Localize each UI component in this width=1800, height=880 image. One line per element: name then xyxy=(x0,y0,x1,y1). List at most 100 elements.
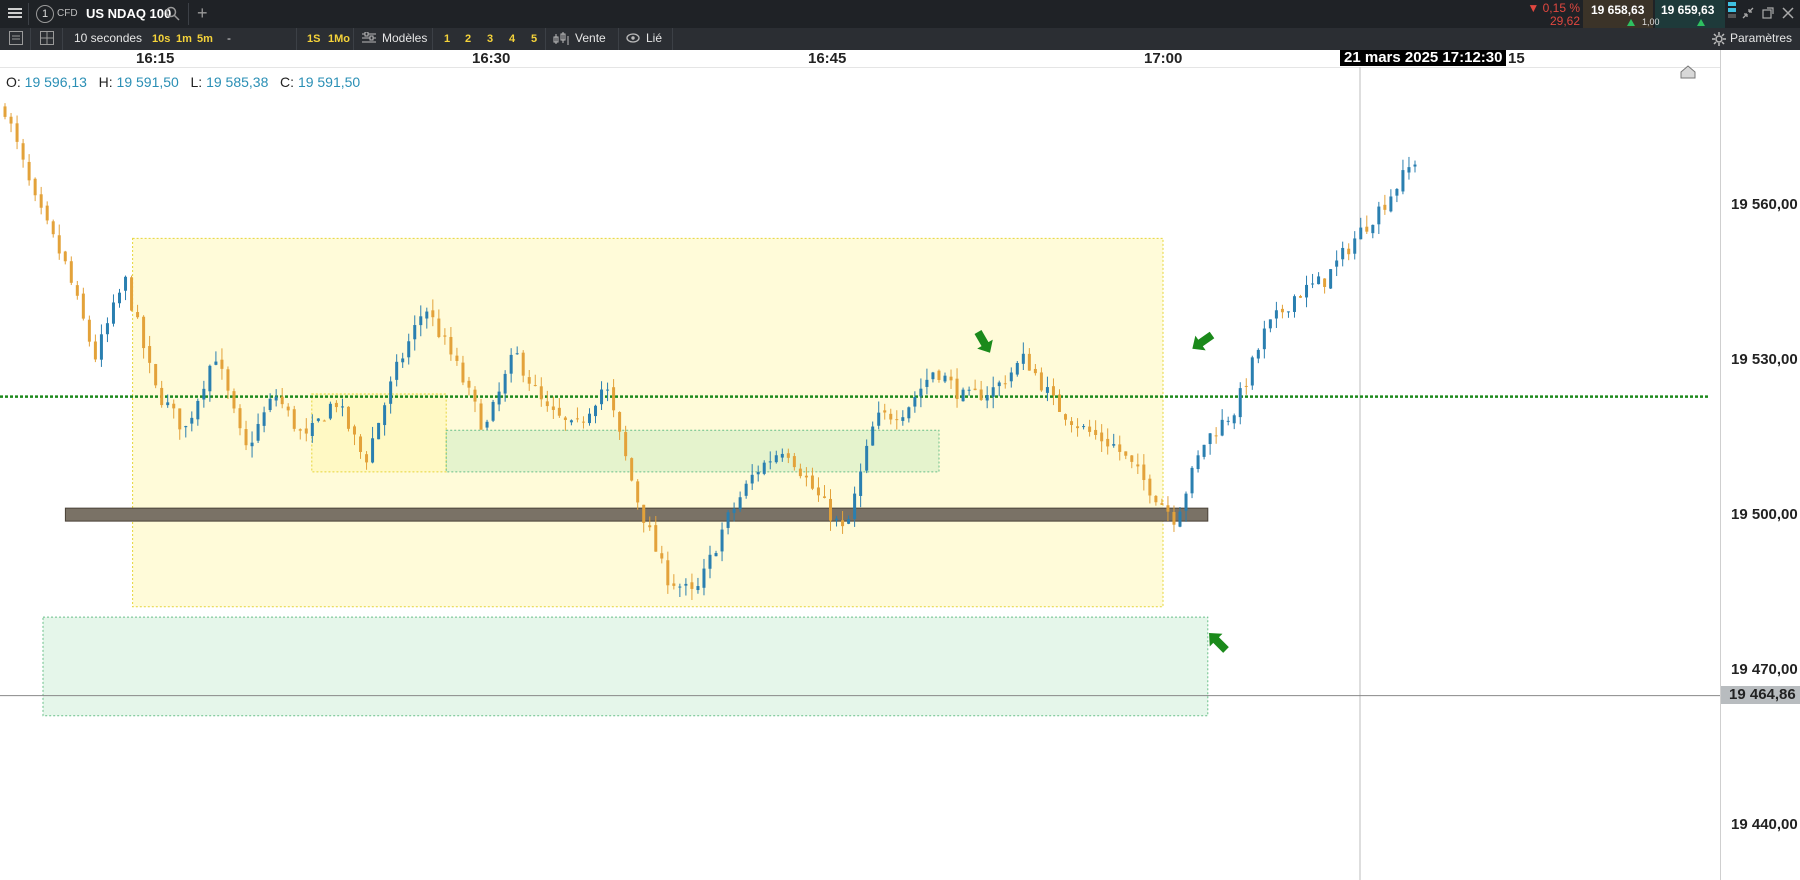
candle-body xyxy=(829,498,833,521)
candle-body xyxy=(87,319,91,342)
candle-body xyxy=(214,361,218,365)
candle-body xyxy=(1160,503,1164,505)
panel-toggle-icon[interactable] xyxy=(9,31,23,45)
candle-body xyxy=(1082,426,1086,428)
candle-body xyxy=(15,123,19,142)
candle-body xyxy=(636,481,640,503)
candle-body xyxy=(130,277,134,311)
sell-order-button[interactable]: Vente xyxy=(575,31,606,45)
candle-body xyxy=(913,397,917,407)
candle-body xyxy=(1106,438,1110,447)
candle-body xyxy=(624,432,628,457)
time-label: 15 xyxy=(1508,50,1525,67)
top-bar: 1 CFD US NDAQ 100 + ▼ 0,15 % 29,62 19 65… xyxy=(0,0,1800,28)
candle-body xyxy=(925,379,929,387)
candle-body xyxy=(1214,435,1218,437)
candle-body xyxy=(99,334,103,360)
settings-button[interactable]: Paramètres xyxy=(1730,31,1792,45)
candle-body xyxy=(539,386,543,400)
candle-body xyxy=(1094,429,1098,435)
layout-4-button[interactable]: 4 xyxy=(509,31,515,47)
layout-1-button[interactable]: 1 xyxy=(444,31,450,47)
price-axis: 19 560,00 19 530,00 19 500,00 19 470,00 … xyxy=(1720,50,1800,880)
candle-body xyxy=(359,436,363,452)
link-button[interactable]: Lié xyxy=(646,31,662,45)
layout-5-button[interactable]: 5 xyxy=(531,31,537,47)
grid-layout-icon[interactable] xyxy=(40,31,54,45)
candle-body xyxy=(401,358,405,363)
candle-body xyxy=(1335,260,1339,267)
candle-body xyxy=(533,385,537,387)
alert-marker-icon[interactable] xyxy=(1680,65,1696,79)
candle-body xyxy=(117,292,121,304)
candle-body xyxy=(1226,420,1230,422)
search-icon[interactable] xyxy=(165,6,180,21)
interval-1m-button[interactable]: 1m xyxy=(176,31,192,47)
buy-price-button[interactable]: 19 659,63 xyxy=(1655,0,1725,28)
candle-body xyxy=(1208,433,1212,445)
candle-body xyxy=(1262,328,1266,350)
interval-5m-button[interactable]: 5m xyxy=(197,31,213,47)
candle-body xyxy=(340,406,344,408)
templates-button[interactable]: Modèles xyxy=(382,31,427,45)
range-1s-button[interactable]: 1S xyxy=(307,31,320,47)
candle-body xyxy=(268,398,272,410)
price-label: 19 470,00 xyxy=(1731,661,1798,678)
crosshair-time-label: 21 mars 2025 17:12:30 xyxy=(1340,50,1507,66)
candle-body xyxy=(985,395,989,401)
layout-2-button[interactable]: 2 xyxy=(465,31,471,47)
candle-body xyxy=(1064,414,1068,420)
candle-body xyxy=(503,373,507,394)
candle-body xyxy=(600,389,604,405)
candle-body xyxy=(1190,467,1194,494)
candle-body xyxy=(786,453,790,458)
candle-body xyxy=(1395,188,1399,196)
close-icon[interactable] xyxy=(1782,7,1794,19)
candle-body xyxy=(292,409,296,429)
candle-body xyxy=(371,438,375,463)
candle-body xyxy=(160,387,164,406)
candle-body xyxy=(726,512,730,528)
candle-body xyxy=(1112,444,1116,446)
candle-body xyxy=(63,251,67,262)
candle-body xyxy=(244,429,248,446)
candle-body xyxy=(594,405,598,417)
candle-body xyxy=(1383,204,1387,210)
collapse-icon[interactable] xyxy=(1742,7,1754,19)
range-1mo-button[interactable]: 1Mo xyxy=(328,31,350,47)
green-zone-4 xyxy=(42,616,1209,717)
bid-price: 19 658,63 xyxy=(1591,3,1645,17)
candle-body xyxy=(569,420,573,423)
interval-10s-button[interactable]: 10s xyxy=(152,31,170,47)
candle-body xyxy=(997,382,1001,387)
detach-window-icon[interactable] xyxy=(1762,7,1774,19)
candle-body xyxy=(352,426,356,435)
candle-body xyxy=(1136,464,1140,467)
candle-body xyxy=(39,194,43,208)
candle-body xyxy=(798,468,802,477)
candle-body xyxy=(654,525,658,552)
interval-selector[interactable]: 10 secondes xyxy=(74,31,142,45)
candle-body xyxy=(835,518,839,521)
add-tab-icon[interactable]: + xyxy=(197,3,208,24)
spread-value: 1,00 xyxy=(1642,17,1660,27)
layout-3-button[interactable]: 3 xyxy=(487,31,493,47)
candle-body xyxy=(346,406,350,429)
candle-body xyxy=(286,406,290,411)
up-arrow-icon xyxy=(1697,19,1705,26)
candle-body xyxy=(895,419,899,421)
asset-type-label: CFD xyxy=(57,8,78,19)
price-chart[interactable] xyxy=(0,67,1720,880)
candle-body xyxy=(473,389,477,402)
candle-body xyxy=(1124,451,1128,456)
instrument-name[interactable]: US NDAQ 100 xyxy=(86,6,171,21)
candle-body xyxy=(310,422,314,437)
candle-body xyxy=(136,312,140,318)
candle-body xyxy=(238,408,242,429)
candle-body xyxy=(1347,248,1351,255)
candle-body xyxy=(208,365,212,392)
menu-icon[interactable] xyxy=(8,6,22,20)
candle-body xyxy=(666,560,670,586)
candle-body xyxy=(461,362,465,383)
interval-dash: - xyxy=(227,31,231,45)
